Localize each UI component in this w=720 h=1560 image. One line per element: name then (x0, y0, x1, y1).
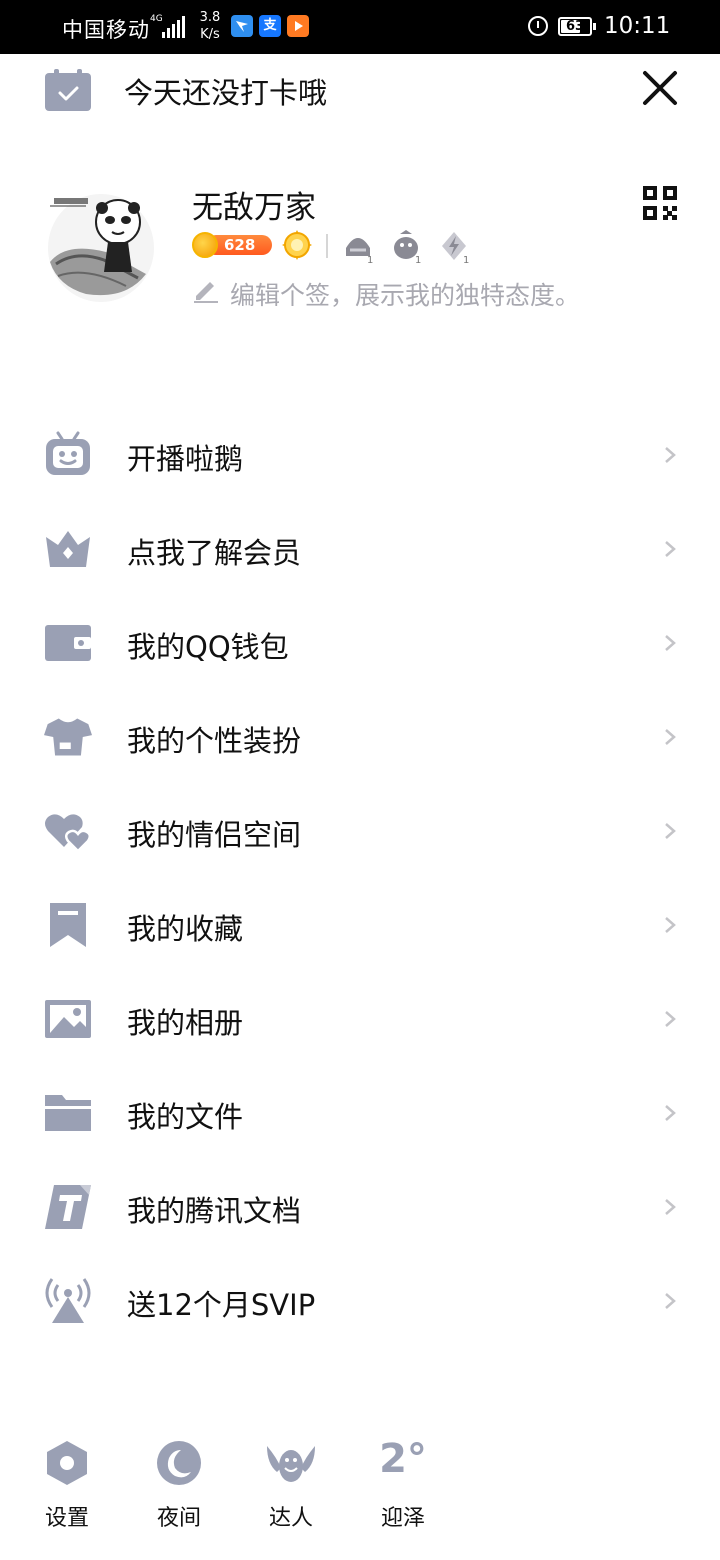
coin-icon (192, 232, 218, 258)
alarm-icon (528, 16, 548, 36)
moon-icon (157, 1441, 201, 1485)
settings-hexagon-icon (47, 1441, 87, 1485)
calendar-check-icon (45, 69, 91, 111)
menu-item-svip[interactable]: 送12个月SVIP (0, 1254, 720, 1348)
speed-unit: K/s (200, 27, 220, 42)
chevron-right-icon (665, 447, 676, 463)
close-icon[interactable] (636, 64, 684, 112)
tv-robot-icon (46, 431, 90, 475)
svg-text:1: 1 (415, 255, 421, 264)
menu-label: 开播啦鹅 (127, 442, 244, 476)
lightning-badge-icon: 1 (442, 232, 469, 264)
expert-button[interactable]: 达人 (251, 1434, 331, 1534)
hearts-icon (45, 814, 91, 853)
menu-label: 我的情侣空间 (127, 818, 302, 852)
qr-code-icon[interactable] (643, 186, 677, 220)
chevron-right-icon (665, 635, 676, 651)
chevron-right-icon (665, 917, 676, 933)
menu-item-tencent-docs[interactable]: 我的腾讯文档 (0, 1160, 720, 1254)
tshirt-icon (44, 718, 92, 756)
settings-label: 设置 (44, 1506, 89, 1531)
bottom-toolbar: 设置 夜间 达人 2° 迎泽 (0, 1434, 720, 1544)
night-mode-button[interactable]: 夜间 (139, 1434, 219, 1534)
bird-app-icon (231, 15, 253, 37)
network-speed: 3.8 K/s (198, 9, 222, 43)
checkin-text: 今天还没打卡哦 (124, 76, 328, 110)
winged-penguin-icon (267, 1446, 315, 1482)
signal-icon: 4G (150, 14, 190, 40)
settings-button[interactable]: 设置 (27, 1434, 107, 1534)
network-type: 4G (150, 14, 163, 24)
weather-location: 迎泽 (380, 1506, 425, 1531)
menu-label: 送12个月SVIP (127, 1288, 316, 1322)
menu-label: 我的相册 (127, 1006, 244, 1040)
menu-item-album[interactable]: 我的相册 (0, 972, 720, 1066)
menu-item-personalization[interactable]: 我的个性装扮 (0, 690, 720, 784)
menu-list: 开播啦鹅 点我了解会员 我的QQ钱包 我的个性装扮 我的情侣空间 我的收藏 我的… (0, 408, 720, 1348)
menu-label: 我的QQ钱包 (127, 630, 289, 664)
chevron-right-icon (665, 823, 676, 839)
speed-value: 3.8 (199, 10, 221, 25)
menu-item-wallet[interactable]: 我的QQ钱包 (0, 596, 720, 690)
chevron-right-icon (665, 1199, 676, 1215)
signature-placeholder[interactable]: 编辑个签，展示我的独特态度。 (230, 276, 580, 312)
status-bar: 中国移动 4G 3.8 K/s 支 63 10:11 (0, 0, 720, 54)
battery-level: 63 (565, 19, 585, 34)
weather-button[interactable]: 2° 迎泽 (363, 1434, 443, 1534)
alipay-icon: 支 (259, 15, 281, 37)
svg-text:1: 1 (367, 255, 373, 264)
temperature: 2° (379, 1436, 427, 1482)
menu-item-membership[interactable]: 点我了解会员 (0, 502, 720, 596)
menu-label: 点我了解会员 (127, 536, 302, 570)
menu-label: 我的腾讯文档 (127, 1194, 302, 1228)
edit-pen-icon[interactable] (192, 276, 220, 304)
crown-icon (46, 531, 90, 567)
level-badges[interactable]: 628 1 1 1 (192, 228, 492, 264)
penguin-badge-icon: 1 (394, 230, 421, 264)
photo-icon (45, 1000, 91, 1038)
avatar[interactable] (46, 182, 156, 306)
menu-label: 我的个性装扮 (127, 724, 302, 758)
carrier-name: 中国移动 (62, 18, 150, 42)
menu-item-live[interactable]: 开播啦鹅 (0, 408, 720, 502)
expert-label: 达人 (268, 1506, 313, 1531)
chevron-right-icon (665, 729, 676, 745)
wallet-icon (45, 625, 91, 661)
chevron-right-icon (665, 1011, 676, 1027)
broadcast-icon (45, 1278, 91, 1323)
menu-label: 我的文件 (127, 1100, 244, 1134)
bookmark-icon (50, 903, 86, 947)
checkin-banner[interactable]: 今天还没打卡哦 (0, 54, 720, 144)
menu-item-favorites[interactable]: 我的收藏 (0, 878, 720, 972)
menu-item-couple-space[interactable]: 我的情侣空间 (0, 784, 720, 878)
sun-badge-icon (282, 230, 312, 260)
coin-badge: 628 (192, 232, 272, 258)
battery-icon: 63 (558, 17, 596, 36)
chevron-right-icon (665, 1293, 676, 1309)
badge-divider (326, 234, 328, 258)
menu-label: 我的收藏 (127, 912, 244, 946)
nickname[interactable]: 无敌万家 (192, 182, 316, 227)
chevron-right-icon (665, 541, 676, 557)
folder-icon (45, 1095, 91, 1131)
clock: 10:11 (604, 13, 671, 39)
chevron-right-icon (665, 1105, 676, 1121)
svg-text:1: 1 (463, 255, 469, 264)
helmet-badge-icon: 1 (346, 238, 373, 264)
video-app-icon (287, 15, 309, 37)
menu-item-files[interactable]: 我的文件 (0, 1066, 720, 1160)
night-label: 夜间 (156, 1506, 201, 1531)
tencent-docs-icon (45, 1185, 91, 1229)
